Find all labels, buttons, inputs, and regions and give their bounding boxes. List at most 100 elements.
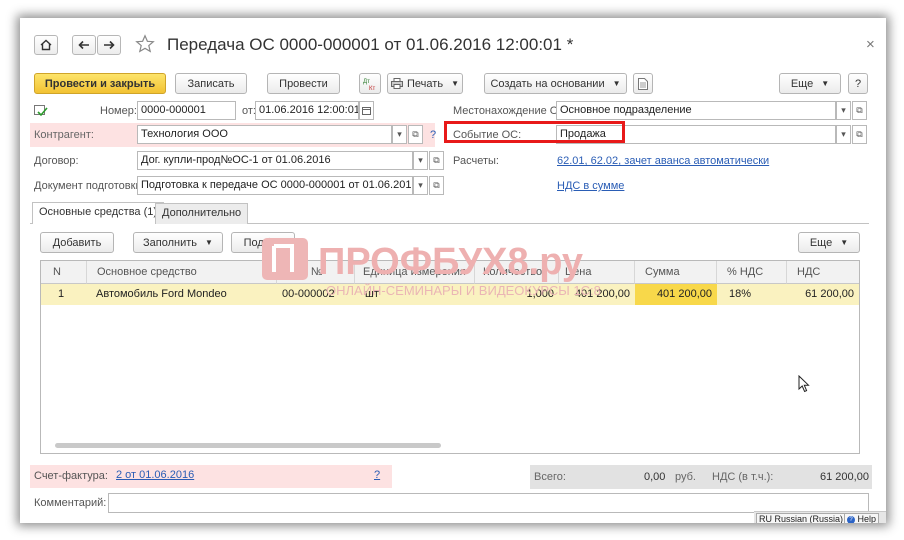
counterparty-field[interactable]: Технология ООО	[137, 125, 392, 144]
help-button[interactable]: ?	[848, 73, 868, 94]
cell-sum-selected[interactable]: 401 200,00	[635, 284, 717, 305]
vat-in-sum-link[interactable]: НДС в сумме	[557, 180, 624, 192]
settlements-link[interactable]: 62.01, 62.02, зачет аванса автоматически	[557, 155, 769, 167]
column-header-quantity[interactable]: Количество	[475, 261, 559, 284]
column-header-vat[interactable]: НДС	[787, 261, 859, 284]
arrow-left-icon	[78, 40, 89, 50]
highlight-box	[444, 121, 625, 143]
counterparty-label: Контрагент:	[34, 129, 94, 141]
tab-fixed-assets[interactable]: Основные средства (1)	[32, 202, 165, 224]
column-header-unit[interactable]: Единица измерения	[355, 261, 475, 284]
cell-quantity: 1,000	[526, 288, 554, 300]
column-header-n[interactable]: N	[41, 261, 87, 284]
horizontal-scrollbar[interactable]	[55, 443, 441, 448]
dt-kt-icon: Дт Кт	[363, 79, 375, 92]
total-value: 0,00	[644, 471, 666, 483]
open-link-icon[interactable]: ⧉	[852, 101, 867, 120]
comment-field[interactable]	[108, 493, 869, 513]
pick-button[interactable]: Подбор	[231, 232, 295, 253]
cell-vat: 61 200,00	[805, 288, 854, 300]
dropdown-arrow-icon[interactable]: ▾	[392, 125, 407, 144]
arrow-right-icon	[104, 40, 115, 50]
open-link-icon[interactable]: ⧉	[852, 125, 867, 144]
posted-status-icon	[34, 105, 48, 120]
table-more-button[interactable]: Еще ▼	[798, 232, 860, 253]
post-button[interactable]: Провести	[267, 73, 340, 94]
window-title: Передача ОС 0000-000001 от 01.06.2016 12…	[167, 35, 574, 54]
home-button[interactable]	[34, 35, 58, 55]
chevron-down-icon: ▼	[821, 79, 830, 88]
printer-icon	[391, 78, 404, 89]
column-header-price[interactable]: Цена	[559, 261, 635, 284]
document-icon	[638, 77, 648, 90]
open-link-icon[interactable]: ⧉	[429, 151, 444, 170]
fill-button[interactable]: Заполнить ▼	[133, 232, 223, 253]
create-based-on-button[interactable]: Создать на основании ▼	[484, 73, 627, 94]
table-more-label: Еще	[809, 236, 833, 249]
open-link-icon[interactable]: ⧉	[429, 176, 444, 195]
create-based-on-label: Создать на основании	[490, 77, 605, 90]
mouse-cursor-icon	[798, 374, 810, 396]
print-button[interactable]: Печать ▼	[387, 73, 463, 94]
column-header-inv-no[interactable]: Инв. №	[277, 261, 355, 284]
column-header-sum[interactable]: Сумма	[635, 261, 717, 284]
fill-label: Заполнить	[143, 236, 198, 249]
close-icon[interactable]: ×	[866, 36, 875, 53]
column-header-asset[interactable]: Основное средство	[87, 261, 277, 284]
cell-asset: Автомобиль Ford Mondeo	[96, 288, 227, 300]
cell-n: 1	[57, 288, 65, 300]
svg-text:Кт: Кт	[369, 86, 375, 92]
svg-text:Дт: Дт	[363, 79, 370, 85]
chevron-down-icon: ▼	[612, 79, 621, 88]
cell-price: 401 200,00	[574, 288, 630, 300]
chevron-down-icon: ▼	[840, 238, 849, 247]
location-field[interactable]: Основное подразделение	[556, 101, 836, 120]
table-row[interactable]: 1 Автомобиль Ford Mondeo 00-000002 шт 1,…	[41, 284, 859, 305]
document-icon-button[interactable]	[633, 73, 653, 94]
cell-unit: шт	[365, 288, 379, 300]
vat-included-label: НДС (в т.ч.):	[712, 471, 774, 483]
more-label: Еще	[790, 77, 814, 90]
forward-button[interactable]	[97, 35, 121, 55]
help-circle-icon: ?	[847, 515, 855, 523]
chevron-down-icon: ▼	[451, 79, 459, 88]
post-and-close-button[interactable]: Провести и закрыть	[34, 73, 166, 94]
dropdown-arrow-icon[interactable]: ▾	[413, 176, 428, 195]
save-button[interactable]: Записать	[175, 73, 247, 94]
help-status-label: Help	[857, 514, 877, 523]
tab-additional[interactable]: Дополнительно	[155, 203, 249, 224]
contract-field[interactable]: Дог. купли-прод№ОС-1 от 01.06.2016	[137, 151, 413, 170]
language-indicator[interactable]: RU Russian (Russia)	[756, 513, 847, 523]
date-field[interactable]: 01.06.2016 12:00:01	[255, 101, 359, 120]
number-label: Номер:	[100, 105, 137, 117]
cell-inv-no: 00-000002	[282, 288, 335, 300]
location-label: Местонахождение ОС:	[453, 105, 570, 117]
invoice-label: Счет-фактура:	[34, 470, 108, 482]
dropdown-arrow-icon[interactable]: ▾	[413, 151, 428, 170]
question-mark-icon[interactable]: ?	[430, 129, 436, 141]
vat-included-value: 61 200,00	[820, 471, 869, 483]
settlements-label: Расчеты:	[453, 155, 499, 167]
open-link-icon[interactable]: ⧉	[408, 125, 423, 144]
print-label: Печать	[407, 77, 444, 90]
status-bar: RU Russian (Russia) ? Help	[754, 511, 886, 523]
help-status-button[interactable]: ? Help	[844, 513, 880, 523]
number-field[interactable]: 0000-000001	[137, 101, 236, 120]
favorite-star-icon[interactable]	[135, 34, 157, 56]
dropdown-arrow-icon[interactable]: ▾	[836, 101, 851, 120]
dropdown-arrow-icon[interactable]: ▾	[836, 125, 851, 144]
invoice-help-icon[interactable]: ?	[374, 469, 380, 481]
fixed-assets-table: N Основное средство Инв. № Единица измер…	[40, 260, 860, 454]
comment-label: Комментарий:	[34, 497, 107, 509]
dt-kt-button[interactable]: Дт Кт	[359, 73, 381, 94]
back-button[interactable]	[72, 35, 96, 55]
invoice-link[interactable]: 2 от 01.06.2016	[116, 469, 194, 481]
contract-label: Договор:	[34, 155, 79, 167]
more-button[interactable]: Еще ▼	[779, 73, 841, 94]
add-button[interactable]: Добавить	[40, 232, 114, 253]
calendar-icon[interactable]	[359, 101, 374, 120]
total-label: Всего:	[534, 471, 566, 483]
column-header-vat-rate[interactable]: % НДС	[717, 261, 787, 284]
prep-doc-label: Документ подготовки:	[34, 180, 145, 192]
prep-doc-field[interactable]: Подготовка к передаче ОС 0000-000001 от …	[137, 176, 413, 195]
